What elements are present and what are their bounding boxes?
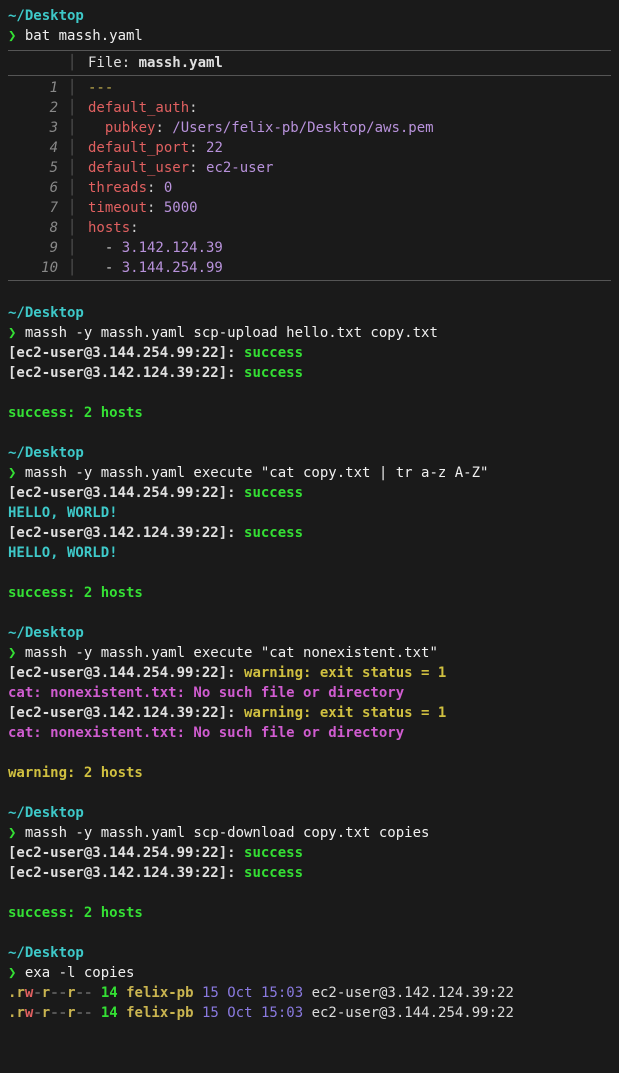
cwd-line: ~/Desktop	[8, 303, 611, 323]
table-rule	[8, 50, 611, 51]
cwd-line: ~/Desktop	[8, 803, 611, 823]
host-result: [ec2-user@3.142.124.39:22]: success	[8, 363, 611, 383]
bat-line: 2│default_auth:	[8, 98, 611, 118]
bat-line: 6│threads: 0	[8, 178, 611, 198]
bat-line: 7│timeout: 5000	[8, 198, 611, 218]
bat-line: 8│hosts:	[8, 218, 611, 238]
cwd-line: ~/Desktop	[8, 623, 611, 643]
host-output: HELLO, WORLD!	[8, 543, 611, 563]
bat-line: 5│default_user: ec2-user	[8, 158, 611, 178]
host-result: [ec2-user@3.142.124.39:22]: success	[8, 523, 611, 543]
prompt-line[interactable]: ❯ massh -y massh.yaml execute "cat nonex…	[8, 643, 611, 663]
bat-line: 9│ - 3.142.124.39	[8, 238, 611, 258]
prompt-line[interactable]: ❯ massh -y massh.yaml execute "cat copy.…	[8, 463, 611, 483]
prompt-line[interactable]: ❯ massh -y massh.yaml scp-download copy.…	[8, 823, 611, 843]
summary: success: 2 hosts	[8, 403, 611, 423]
cwd-line: ~/Desktop	[8, 443, 611, 463]
bat-line: 10│ - 3.144.254.99	[8, 258, 611, 278]
host-output: cat: nonexistent.txt: No such file or di…	[8, 683, 611, 703]
host-output: HELLO, WORLD!	[8, 503, 611, 523]
host-result: [ec2-user@3.144.254.99:22]: success	[8, 843, 611, 863]
summary: success: 2 hosts	[8, 903, 611, 923]
table-rule	[8, 75, 611, 76]
cwd-line: ~/Desktop	[8, 6, 611, 26]
host-result: [ec2-user@3.142.124.39:22]: success	[8, 863, 611, 883]
table-rule	[8, 280, 611, 281]
exa-row: .rw-r--r-- 14 felix-pb 15 Oct 15:03 ec2-…	[8, 1003, 611, 1023]
prompt-line[interactable]: ❯ exa -l copies	[8, 963, 611, 983]
host-result: [ec2-user@3.144.254.99:22]: success	[8, 343, 611, 363]
host-result: [ec2-user@3.142.124.39:22]: warning: exi…	[8, 703, 611, 723]
cwd-line: ~/Desktop	[8, 943, 611, 963]
prompt-line[interactable]: ❯ massh -y massh.yaml scp-upload hello.t…	[8, 323, 611, 343]
bat-table: │ File: massh.yaml 1│---2│default_auth:3…	[8, 50, 611, 281]
bat-header: │ File: massh.yaml	[8, 53, 611, 73]
bat-line: 1│---	[8, 78, 611, 98]
summary: warning: 2 hosts	[8, 763, 611, 783]
host-result: [ec2-user@3.144.254.99:22]: warning: exi…	[8, 663, 611, 683]
summary: success: 2 hosts	[8, 583, 611, 603]
prompt-line[interactable]: ❯ bat massh.yaml	[8, 26, 611, 46]
exa-row: .rw-r--r-- 14 felix-pb 15 Oct 15:03 ec2-…	[8, 983, 611, 1003]
host-output: cat: nonexistent.txt: No such file or di…	[8, 723, 611, 743]
bat-line: 4│default_port: 22	[8, 138, 611, 158]
host-result: [ec2-user@3.144.254.99:22]: success	[8, 483, 611, 503]
bat-line: 3│ pubkey: /Users/felix-pb/Desktop/aws.p…	[8, 118, 611, 138]
